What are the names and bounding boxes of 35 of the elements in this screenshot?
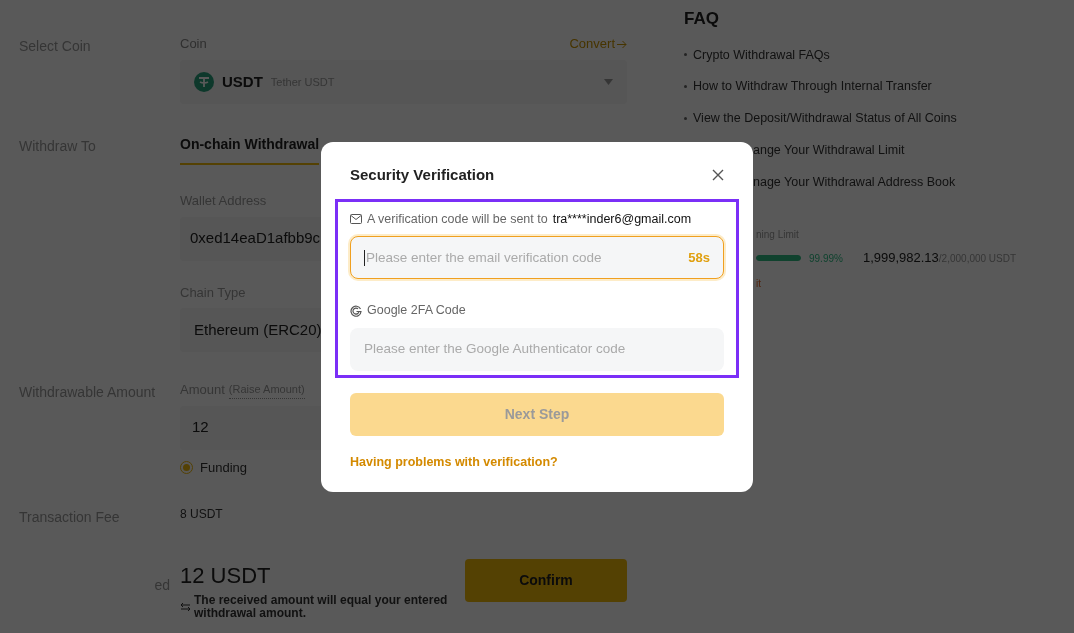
bullet-icon	[684, 53, 687, 57]
faq-link[interactable]: View the Deposit/Withdrawal Status of All Coins	[693, 109, 957, 128]
faq-link[interactable]: How to Withdraw Through Internal Transfer	[693, 77, 932, 96]
received-amount: 12 USDT	[180, 562, 272, 590]
fee-value: 8 USDT	[180, 506, 223, 523]
confirm-button[interactable]: Confirm	[465, 559, 627, 602]
arrow-right-icon	[617, 39, 627, 49]
limit-link[interactable]: it	[756, 275, 1074, 291]
limit-used: 1,999,982.13	[862, 249, 939, 268]
withdraw-tab[interactable]: On-chain Withdrawal	[180, 134, 320, 165]
email-code-field[interactable]: Please enter the email verification code 58s	[350, 236, 724, 280]
limit-percent: 99.99%	[809, 251, 843, 266]
faq-title: FAQ	[684, 8, 720, 30]
masked-email: tra****inder6@gmail.com	[552, 210, 692, 228]
faq-link[interactable]: ange Your Withdrawal Limit	[753, 140, 905, 160]
google-icon	[350, 304, 362, 317]
field-label: Google 2FA Code	[367, 302, 466, 320]
google-code-field[interactable]: Please enter the Google Authenticator code	[350, 328, 724, 371]
dropdown-caret-icon	[604, 79, 613, 85]
radio-label: Funding	[200, 458, 247, 477]
bullet-icon	[684, 116, 687, 120]
faq-link[interactable]: Crypto Withdrawal FAQs	[693, 45, 830, 65]
coin-symbol: USDT	[222, 71, 263, 92]
bullet-icon	[684, 85, 687, 89]
countdown-timer: 58s	[688, 249, 710, 267]
convert-link[interactable]: Convert	[569, 34, 627, 54]
dialog-title: Security Verification	[350, 165, 495, 185]
coin-icon	[194, 72, 214, 92]
email-notice: A verification code will be sent to	[367, 210, 548, 228]
verification-help-link[interactable]: Having problems with verification?	[350, 453, 724, 472]
faq-link[interactable]: nage Your Withdrawal Address Book	[753, 172, 956, 192]
close-icon[interactable]	[712, 169, 724, 182]
received-note: The received amount will equal your entered withdrawal amount.	[194, 594, 449, 620]
mail-icon	[350, 213, 362, 224]
swap-icon	[180, 602, 191, 612]
